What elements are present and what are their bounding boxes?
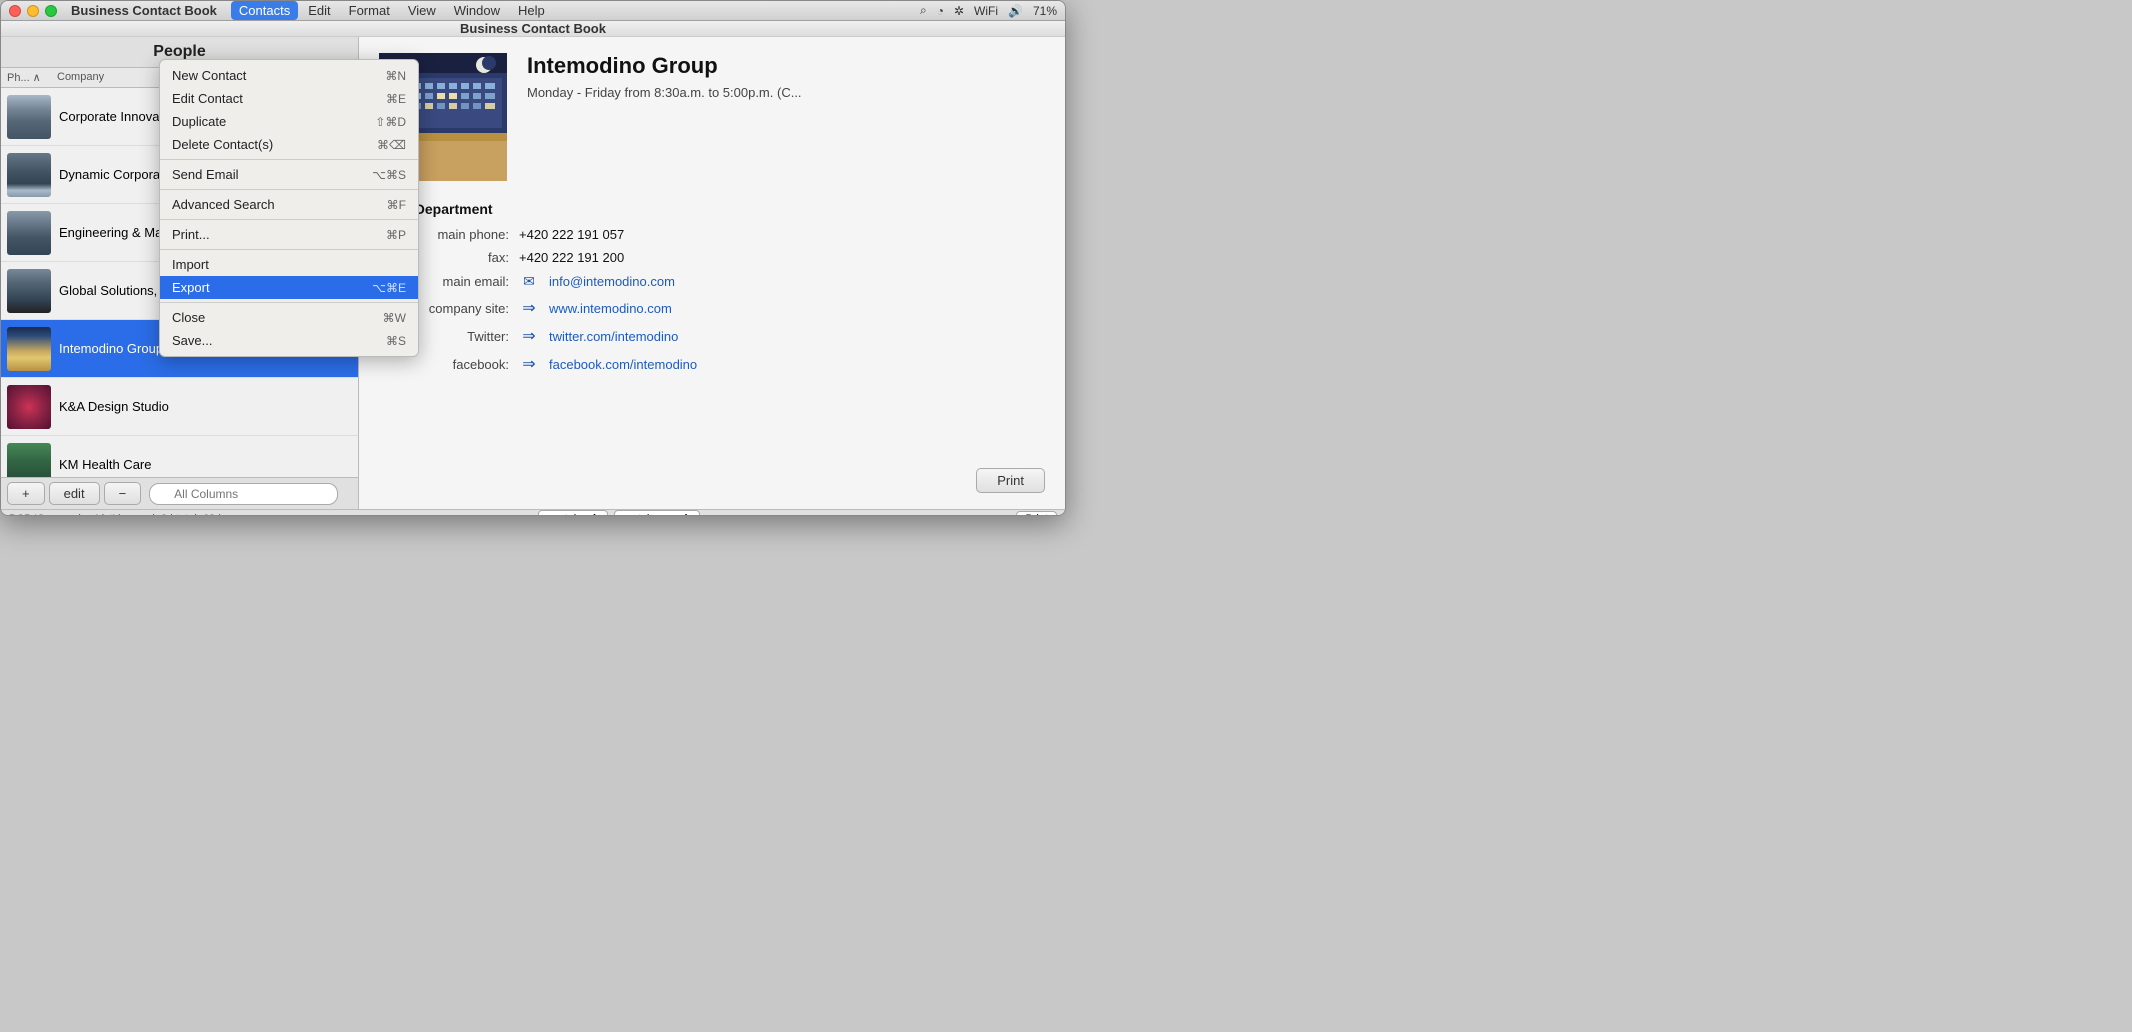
menu-item-export[interactable]: Export ⌥⌘E: [160, 276, 418, 299]
titlebar-left: Business Contact Book Contacts Edit Form…: [9, 1, 553, 20]
menu-item-advanced-search[interactable]: Advanced Search ⌘F: [160, 193, 418, 216]
shortcut-delete: ⌘⌫: [377, 138, 406, 152]
wifi-icon: WiFi: [974, 4, 998, 18]
menu-label-send-email: Send Email: [172, 167, 372, 182]
battery-label: 71%: [1033, 4, 1057, 18]
close-button[interactable]: [9, 5, 21, 17]
menu-format[interactable]: Format: [341, 1, 398, 20]
match-case-button[interactable]: match case ⇕: [614, 510, 699, 516]
shortcut-new-contact: ⌘N: [385, 69, 406, 83]
menu-label-import: Import: [172, 257, 406, 272]
status-right: contains ⇕ match case ⇕: [538, 510, 700, 516]
contains-label: contains: [547, 513, 588, 517]
match-case-label: match case: [623, 513, 679, 517]
shortcut-duplicate: ⇧⌘D: [375, 115, 406, 129]
dropdown-overlay[interactable]: New Contact ⌘N Edit Contact ⌘E Duplicate…: [1, 37, 1065, 509]
menu-item-duplicate[interactable]: Duplicate ⇧⌘D: [160, 110, 418, 133]
shortcut-advanced-search: ⌘F: [387, 198, 406, 212]
menu-item-edit-contact[interactable]: Edit Contact ⌘E: [160, 87, 418, 110]
menu-label-duplicate: Duplicate: [172, 114, 375, 129]
shortcut-send-email: ⌥⌘S: [372, 168, 406, 182]
contains-chevron-icon: ⇕: [590, 512, 599, 516]
menu-label-export: Export: [172, 280, 372, 295]
menu-contacts[interactable]: Contacts: [231, 1, 298, 20]
shortcut-save: ⌘S: [386, 334, 406, 348]
menu-label-save: Save...: [172, 333, 386, 348]
menu-item-close[interactable]: Close ⌘W: [160, 306, 418, 329]
menu-label-new-contact: New Contact: [172, 68, 385, 83]
menu-label-edit-contact: Edit Contact: [172, 91, 386, 106]
menu-separator-3: [160, 219, 418, 220]
contains-button[interactable]: contains ⇕: [538, 510, 608, 516]
main-layout: People Ph... ∧ Company Corporate Innovat…: [1, 37, 1065, 509]
menu-edit[interactable]: Edit: [300, 1, 338, 20]
shortcut-close: ⌘W: [383, 311, 406, 325]
window-titlebar: Business Contact Book: [1, 21, 1065, 37]
search-icon: ⌕: [920, 3, 927, 18]
volume-icon: 🔊: [1008, 4, 1023, 18]
menu-separator-2: [160, 189, 418, 190]
menu-separator-5: [160, 302, 418, 303]
bluetooth-icon: ✲: [954, 4, 964, 18]
zoom-button[interactable]: [45, 5, 57, 17]
window-title: Business Contact Book: [460, 21, 606, 36]
shortcut-print: ⌘P: [386, 228, 406, 242]
shortcut-export: ⌥⌘E: [372, 281, 406, 295]
menu-item-send-email[interactable]: Send Email ⌥⌘S: [160, 163, 418, 186]
status-bar: BCB 'Companies List' | record: 9 | total…: [1, 509, 1065, 516]
menu-separator-4: [160, 249, 418, 250]
menu-help[interactable]: Help: [510, 1, 553, 20]
menu-item-save[interactable]: Save... ⌘S: [160, 329, 418, 352]
menu-view[interactable]: View: [400, 1, 444, 20]
titlebar-right: ⌕ ◔ ✲ WiFi 🔊 71%: [920, 3, 1057, 18]
menu-item-import[interactable]: Import: [160, 253, 418, 276]
history-icon: ◔: [937, 4, 944, 18]
minimize-button[interactable]: [27, 5, 39, 17]
app-name-label: Business Contact Book: [71, 3, 217, 18]
titlebar: Business Contact Book Contacts Edit Form…: [1, 1, 1065, 21]
menu-item-new-contact[interactable]: New Contact ⌘N: [160, 64, 418, 87]
menu-label-close: Close: [172, 310, 383, 325]
menu-bar: Contacts Edit Format View Window Help: [231, 1, 553, 20]
menu-label-advanced-search: Advanced Search: [172, 197, 387, 212]
status-text: BCB 'Companies List' | record: 9 | total…: [9, 513, 221, 517]
shortcut-edit-contact: ⌘E: [386, 92, 406, 106]
menu-separator-1: [160, 159, 418, 160]
menu-label-print: Print...: [172, 227, 386, 242]
match-case-chevron-icon: ⇕: [681, 512, 690, 516]
status-print-button[interactable]: Print: [1016, 511, 1057, 517]
menu-label-delete: Delete Contact(s): [172, 137, 377, 152]
menu-item-delete[interactable]: Delete Contact(s) ⌘⌫: [160, 133, 418, 156]
menu-window[interactable]: Window: [446, 1, 508, 20]
menu-item-print[interactable]: Print... ⌘P: [160, 223, 418, 246]
contacts-menu: New Contact ⌘N Edit Contact ⌘E Duplicate…: [159, 59, 419, 357]
